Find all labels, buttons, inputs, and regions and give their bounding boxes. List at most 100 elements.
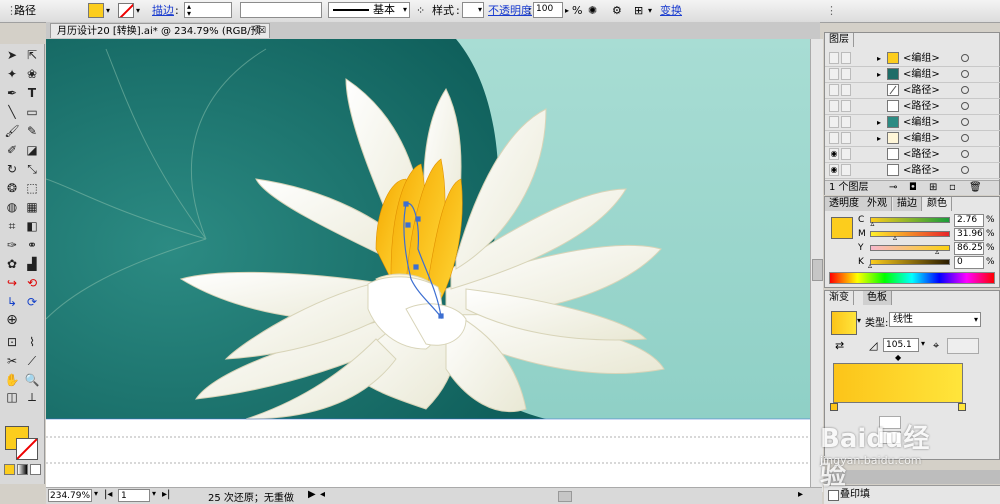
chevron-down-icon[interactable]: ▾	[152, 489, 156, 498]
tab-gradient[interactable]: 渐变	[825, 291, 854, 305]
type-tool-icon[interactable]: T	[23, 85, 41, 101]
magenta-slider[interactable]: M 31.96% ▵	[828, 228, 998, 242]
locate-object-icon[interactable]: ⊸	[889, 181, 897, 195]
gear-icon[interactable]: ⚙	[612, 3, 622, 18]
zoom-field[interactable]: 234.79%	[48, 489, 92, 502]
selection-tool-icon[interactable]: ➤	[3, 47, 21, 63]
angle-input[interactable]: 105.1	[883, 338, 919, 352]
color-mode-button[interactable]	[4, 464, 15, 475]
layer-row[interactable]: ▸ <编组>	[825, 67, 1000, 83]
yellow-slider[interactable]: Y 86.25% ▵	[828, 242, 998, 256]
eraser-tool-icon[interactable]: ◪	[23, 142, 41, 158]
tab-stroke[interactable]: 描边	[893, 197, 922, 211]
chevron-down-icon[interactable]: ▾	[94, 489, 98, 498]
cyan-slider[interactable]: C 2.76% ▵	[828, 214, 998, 228]
document-tab[interactable]: 月历设计20 [转换].ai* @ 234.79% (RGB/预览) ☒	[50, 23, 270, 52]
close-icon[interactable]: ☒	[258, 24, 266, 39]
next-artboard-icon[interactable]: ▸|	[162, 489, 170, 500]
reverse-gradient-icon[interactable]: ⇄	[835, 339, 844, 352]
rectangle-tool-icon[interactable]: ▭	[23, 104, 41, 120]
custom-tool-blue-icon[interactable]: ↳	[3, 294, 21, 310]
brush-select[interactable]: 基本 ▾	[328, 2, 410, 18]
direct-selection-tool-icon[interactable]: ⇱	[23, 47, 41, 63]
custom-tool-red-icon[interactable]: ⟲	[23, 275, 41, 291]
custom-tool-blue-icon[interactable]: ⟳	[23, 294, 41, 310]
layers-tab[interactable]: 图层	[825, 33, 854, 47]
magic-wand-tool-icon[interactable]: ✦	[3, 66, 21, 82]
layer-row[interactable]: <路径>	[825, 99, 1000, 115]
status-menu-arrow-icon[interactable]: ▶	[308, 489, 316, 500]
fill-swatch[interactable]	[88, 3, 104, 18]
slider-thumb-icon[interactable]: ▵	[868, 261, 872, 270]
layer-row[interactable]: ▸ <编组>	[825, 51, 1000, 67]
column-graph-tool-icon[interactable]: ▟	[23, 256, 41, 272]
crosshair-tool-icon[interactable]: ⊕	[3, 312, 21, 328]
opacity-input[interactable]: 100	[533, 2, 563, 18]
layer-row[interactable]: ▸ <编组>	[825, 115, 1000, 131]
style-swatch[interactable]: ▾	[462, 2, 484, 18]
knife-tool-icon[interactable]: ⟋	[23, 353, 41, 369]
scale-tool-icon[interactable]: ⤡	[23, 161, 41, 177]
line-tool-icon[interactable]: ╲	[3, 104, 21, 120]
symbol-sprayer-tool-icon[interactable]: ✿	[3, 256, 21, 272]
hscroll-thumb[interactable]	[558, 491, 572, 502]
align-icon[interactable]: ⊞	[634, 3, 643, 18]
gradient-stop-end[interactable]	[958, 403, 966, 411]
artboard-number-field[interactable]: 1	[118, 489, 150, 502]
graphic-style-icon[interactable]: ⁘	[416, 3, 425, 18]
slider-thumb-icon[interactable]: ▵	[893, 233, 897, 242]
scissors-tool-icon[interactable]: ✂	[3, 353, 21, 369]
gradient-mode-button[interactable]	[17, 464, 28, 475]
new-layer-icon[interactable]: ▫	[949, 181, 956, 195]
zoom-tool-icon[interactable]: 🔍	[23, 372, 41, 388]
gradient-slider[interactable]	[833, 363, 963, 403]
tab-swatches[interactable]: 色板	[863, 291, 892, 305]
stroke-weight-input[interactable]: ▴ ▾	[184, 2, 232, 18]
slider-thumb-icon[interactable]: ▵	[935, 247, 939, 256]
rotate-tool-icon[interactable]: ↻	[3, 161, 21, 177]
pencil-tool-icon[interactable]: ✎	[23, 123, 41, 139]
midpoint-diamond-icon[interactable]: ◆	[895, 353, 901, 362]
pen-tool-icon[interactable]: ✒	[3, 85, 21, 101]
perspective-grid-tool-icon[interactable]: ▦	[23, 199, 41, 215]
first-artboard-icon[interactable]: |◂	[104, 489, 112, 500]
align-dropdown-icon[interactable]: ▾	[648, 3, 652, 18]
color-spectrum-bar[interactable]	[829, 272, 995, 284]
free-transform-tool-icon[interactable]: ⬚	[23, 180, 41, 196]
scroll-thumb[interactable]	[812, 259, 823, 281]
print-tiling-tool-icon[interactable]: ◫	[3, 389, 21, 405]
artboard-canvas[interactable]	[46, 39, 810, 492]
slider-thumb-icon[interactable]: ▵	[870, 219, 874, 228]
tab-transparency[interactable]: 透明度	[825, 197, 864, 211]
opacity-link[interactable]: 不透明度	[488, 3, 532, 18]
gradient-preview-swatch[interactable]	[831, 311, 857, 335]
chevron-down-icon[interactable]: ▾	[857, 316, 861, 325]
gradient-tool-icon[interactable]: ◧	[23, 218, 41, 234]
stroke-link[interactable]: 描边	[152, 3, 174, 18]
transform-link[interactable]: 变换	[660, 3, 682, 18]
slice-tool-icon[interactable]: ⌇	[23, 334, 41, 350]
shape-builder-tool-icon[interactable]: ◍	[3, 199, 21, 215]
lasso-tool-icon[interactable]: ❀	[23, 66, 41, 82]
blend-tool-icon[interactable]: ⚭	[23, 237, 41, 253]
gradient-type-select[interactable]: 线性 ▾	[889, 312, 981, 327]
new-sublayer-icon[interactable]: ⊞	[929, 181, 937, 195]
scroll-left-icon[interactable]: ◂	[320, 489, 325, 500]
stroke-swatch[interactable]	[118, 3, 134, 18]
measure-tool-icon[interactable]: ⟂	[23, 389, 41, 405]
blob-brush-tool-icon[interactable]: ✐	[3, 142, 21, 158]
black-slider[interactable]: K 0% ▵	[828, 256, 998, 270]
opacity-dropdown-icon[interactable]: ▸	[565, 3, 569, 18]
clipping-mask-icon[interactable]: ◘	[909, 181, 917, 195]
layer-row[interactable]: ▸ <编组>	[825, 131, 1000, 147]
scroll-right-icon[interactable]: ▸	[798, 489, 803, 500]
chevron-down-icon[interactable]: ▾	[921, 339, 925, 348]
none-mode-button[interactable]	[30, 464, 41, 475]
tab-appearance[interactable]: 外观	[863, 197, 892, 211]
layer-row[interactable]: <路径>	[825, 83, 1000, 99]
custom-tool-red-icon[interactable]: ↪	[3, 275, 21, 291]
variable-width-select[interactable]	[240, 2, 322, 18]
stroke-dropdown-icon[interactable]: ▾	[136, 3, 140, 18]
warp-tool-icon[interactable]: ❂	[3, 180, 21, 196]
fill-dropdown-icon[interactable]: ▾	[106, 3, 110, 18]
